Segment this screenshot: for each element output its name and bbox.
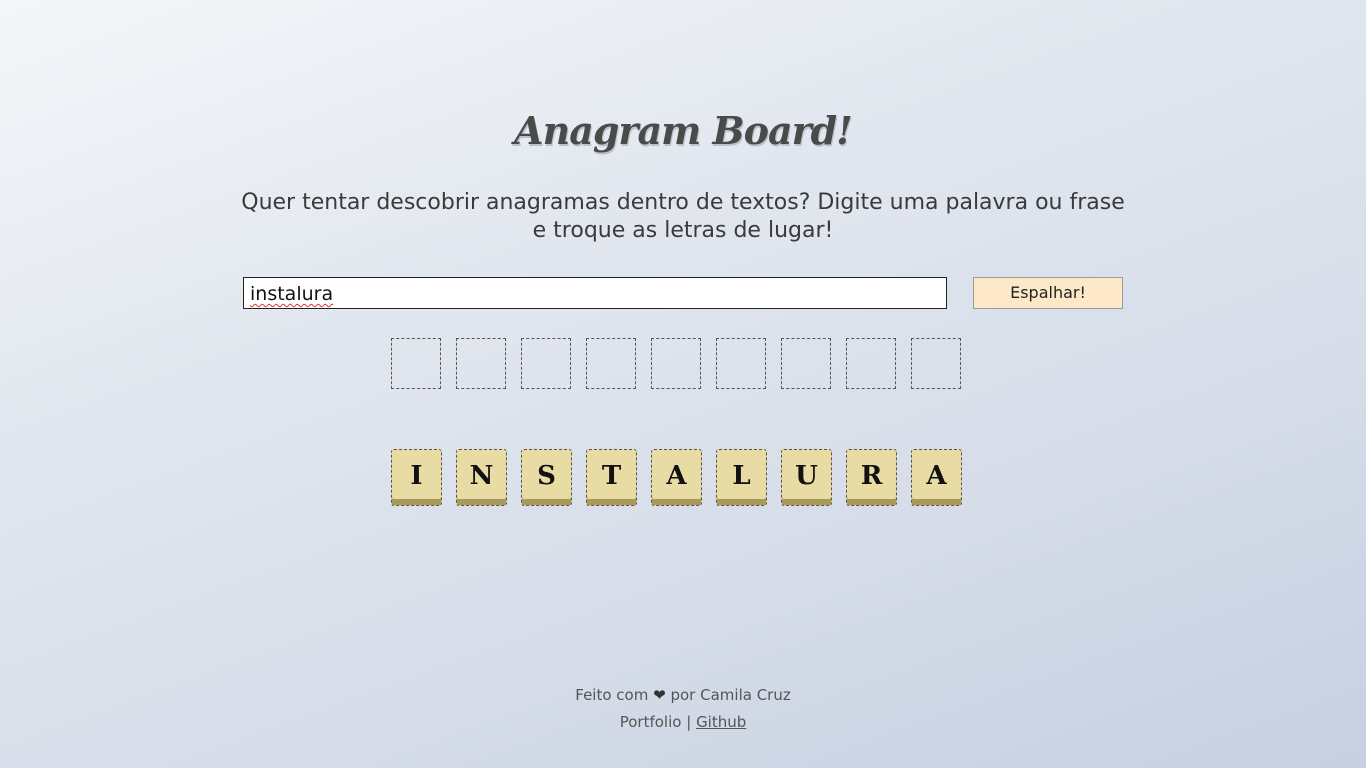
answer-slot[interactable] (651, 338, 701, 389)
word-input[interactable]: instalura (243, 277, 947, 309)
page-title: Anagram Board! (514, 108, 853, 153)
answer-slot[interactable] (911, 338, 961, 389)
footer-credit: Feito com ❤ por Camila Cruz (0, 682, 1366, 709)
letter-tile[interactable]: R (846, 449, 897, 506)
answer-slot[interactable] (586, 338, 636, 389)
word-input-value: instalura (250, 283, 334, 305)
letter-tile[interactable]: U (781, 449, 832, 506)
footer: Feito com ❤ por Camila Cruz Portfolio | … (0, 682, 1366, 736)
answer-slot[interactable] (521, 338, 571, 389)
letter-tile[interactable]: S (521, 449, 572, 506)
answer-slot[interactable] (456, 338, 506, 389)
footer-separator: | (686, 713, 692, 731)
answer-slot[interactable] (716, 338, 766, 389)
answer-slot[interactable] (781, 338, 831, 389)
github-link[interactable]: Github (696, 713, 746, 731)
letter-tile[interactable]: A (651, 449, 702, 506)
letter-tile[interactable]: T (586, 449, 637, 506)
answer-slot[interactable] (391, 338, 441, 389)
answer-slot[interactable] (846, 338, 896, 389)
footer-author: por Camila Cruz (670, 686, 791, 704)
letter-tile[interactable]: I (391, 449, 442, 506)
letter-tile[interactable]: N (456, 449, 507, 506)
heart-icon: ❤ (653, 686, 666, 704)
footer-links: Portfolio | Github (0, 709, 1366, 736)
portfolio-link[interactable]: Portfolio (620, 713, 682, 731)
page-description: Quer tentar descobrir anagramas dentro d… (241, 190, 1125, 243)
scatter-button[interactable]: Espalhar! (973, 277, 1123, 309)
letter-tile[interactable]: L (716, 449, 767, 506)
footer-made-with: Feito com (575, 686, 649, 704)
letter-tile[interactable]: A (911, 449, 962, 506)
